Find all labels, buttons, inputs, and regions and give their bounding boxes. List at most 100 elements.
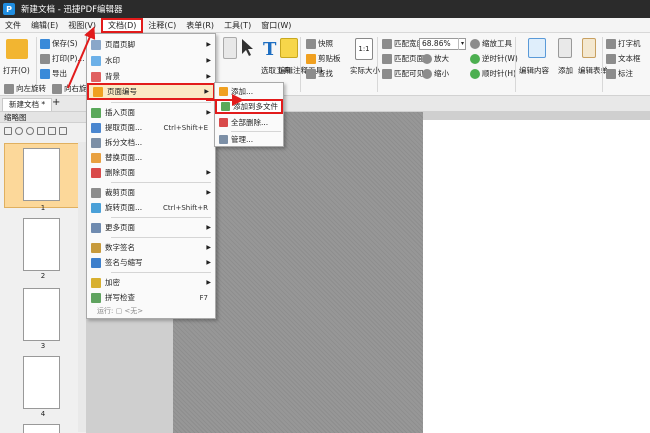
page-thumbnail[interactable] (23, 148, 60, 201)
menu-tools[interactable]: 工具(T) (219, 18, 256, 33)
zoom-tool-button[interactable]: 缩放工具 (470, 38, 512, 49)
menu-item-more-pages[interactable]: 更多页面 ▶ (87, 220, 215, 235)
window-title: 新建文档 - 迅捷PDF编辑器 (21, 5, 123, 15)
save-icon (40, 38, 50, 49)
typewriter-icon (606, 38, 616, 49)
thumbnail-extract-icon[interactable] (59, 126, 67, 135)
menu-item-rotate-pages[interactable]: 旋转页面... Ctrl+Shift+R (87, 200, 215, 215)
menu-run-footer: 运行: ▢ <无> (97, 307, 144, 315)
menu-item-insert-page[interactable]: 插入页面 ▶ (87, 105, 215, 120)
menu-bar: 文件 编辑(E) 视图(V) 文档(D) 注释(C) 表单(R) 工具(T) 窗… (0, 17, 650, 33)
thumbnail-page-number: 2 (40, 272, 46, 280)
callout-button[interactable]: 标注 (606, 68, 633, 79)
snapshot-button[interactable]: 快照 (306, 38, 333, 49)
edit-content-button[interactable]: 编辑内容 (519, 65, 549, 76)
menu-separator (111, 182, 211, 183)
find-button[interactable]: 查找 (306, 68, 333, 79)
fit-width-button[interactable]: 匹配宽度 (382, 38, 424, 49)
submenu-item-manage[interactable]: 管理... (215, 133, 283, 146)
clipboard-button[interactable]: 剪贴板 (306, 53, 341, 64)
more-pages-icon (91, 222, 101, 233)
menu-comment[interactable]: 注释(C) (143, 18, 181, 33)
submenu-arrow-icon: ▶ (206, 189, 211, 196)
thumbnail-scrollbar[interactable] (78, 142, 86, 432)
zoom-in-button[interactable]: 放大 (422, 53, 449, 64)
open-button[interactable]: 打开(O) (3, 65, 30, 76)
menu-item-spell-check[interactable]: 拼写检查 F7 (87, 290, 215, 305)
menu-item-split-document[interactable]: 拆分文档... (87, 135, 215, 150)
add-button[interactable]: 添加 (558, 65, 573, 76)
menu-document[interactable]: 文档(D) (101, 17, 144, 33)
menu-file[interactable]: 文件 (0, 18, 26, 33)
menu-item-watermark[interactable]: 水印 ▶ (87, 53, 215, 68)
page-thumbnail[interactable] (23, 356, 60, 409)
menu-item-page-numbering[interactable]: 页面编号 ▶ (87, 83, 215, 100)
submenu-item-add[interactable]: 添加... (215, 85, 283, 98)
app-logo-icon: P (3, 3, 15, 15)
fit-visible-button[interactable]: 匹配可见 (382, 68, 424, 79)
menu-item-delete-pages[interactable]: 删除页面 ▶ (87, 165, 215, 180)
page-thumbnail[interactable] (23, 218, 60, 271)
submenu-arrow-icon: ▶ (204, 88, 209, 95)
add-text-icon[interactable] (558, 38, 572, 58)
menu-item-background[interactable]: 背景 ▶ (87, 69, 215, 84)
thumbnail-delete-icon[interactable] (48, 126, 56, 135)
add-icon (219, 87, 228, 96)
menu-item-replace-pages[interactable]: 替换页面... (87, 150, 215, 165)
thumbnail-panel: 缩略图 1 2 3 4 (0, 112, 87, 433)
add-tab-button[interactable]: + (52, 97, 60, 108)
manage-icon (219, 135, 228, 144)
zoom-dropdown-icon[interactable]: ▾ (458, 38, 466, 50)
print-button[interactable]: 打印(P)... (40, 53, 85, 64)
replace-page-icon (91, 152, 101, 163)
thumbnail-zoom-in-icon[interactable] (15, 126, 23, 135)
submenu-item-add-to-multiple-files[interactable]: 添加到多文件 (215, 99, 283, 114)
zoom-out-button[interactable]: 缩小 (422, 68, 449, 79)
thumbnail-insert-icon[interactable] (37, 126, 45, 135)
menu-item-sign-initials[interactable]: 签名与缩写 ▶ (87, 255, 215, 270)
text-select-icon[interactable]: T (262, 38, 278, 60)
thumbnail-list: 1 2 3 4 (0, 141, 86, 433)
edit-form-icon[interactable] (582, 38, 596, 58)
rotate-page-icon (91, 202, 101, 213)
cursor-icon[interactable] (240, 38, 254, 58)
menu-view[interactable]: 视图(V) (63, 18, 101, 33)
fit-page-button[interactable]: 匹配页面 (382, 53, 424, 64)
menu-window[interactable]: 窗口(W) (256, 18, 296, 33)
edit-content-icon[interactable] (528, 38, 546, 58)
menu-item-digital-signature[interactable]: 数字签名 ▶ (87, 240, 215, 255)
thumbnail-panel-title: 缩略图 (0, 112, 86, 123)
menu-item-extract-pages[interactable]: 提取页面... Ctrl+Shift+E (87, 120, 215, 135)
page-thumbnail[interactable] (23, 288, 60, 341)
document-tab[interactable]: 新建文档 * (2, 98, 53, 111)
export-button[interactable]: 导出 (40, 68, 67, 79)
textbox-button[interactable]: 文本框 (606, 53, 641, 64)
thumbnail-options-icon[interactable] (4, 126, 12, 135)
document-page[interactable] (423, 120, 650, 433)
rotate-ccw-button[interactable]: 逆时针(W) (470, 53, 518, 64)
typewriter-button[interactable]: 打字机 (606, 38, 641, 49)
actual-size-icon[interactable]: 1:1 (355, 38, 373, 60)
edit-annotation-icon[interactable] (280, 38, 298, 58)
menu-form[interactable]: 表单(R) (181, 18, 219, 33)
rotate-left-button[interactable]: 向左旋转 (4, 83, 46, 94)
menu-item-encrypt[interactable]: 加密 ▶ (87, 275, 215, 290)
submenu-arrow-icon: ▶ (206, 41, 211, 48)
actual-size-button[interactable]: 实际大小 (350, 65, 380, 76)
thumbnail-zoom-out-icon[interactable] (26, 126, 34, 135)
page-thumbnail[interactable] (23, 424, 60, 433)
menu-edit[interactable]: 编辑(E) (26, 18, 63, 33)
crop-page-icon (91, 187, 101, 198)
menu-item-header-footer[interactable]: 页眉页脚 ▶ (87, 37, 215, 52)
header-footer-icon (91, 39, 101, 50)
menu-item-crop-pages[interactable]: 裁剪页面 ▶ (87, 185, 215, 200)
delete-all-icon (219, 118, 228, 127)
ribbon-separator (300, 37, 301, 92)
rotate-cw-button[interactable]: 顺时针(H) (470, 68, 516, 79)
hand-tool-icon[interactable] (223, 37, 237, 59)
submenu-item-delete-all[interactable]: 全部删除... (215, 116, 283, 129)
open-folder-icon[interactable] (6, 39, 28, 59)
save-button[interactable]: 保存(S) (40, 38, 78, 49)
edit-form-button[interactable]: 编辑表单 (578, 65, 608, 76)
camera-icon (306, 38, 316, 49)
